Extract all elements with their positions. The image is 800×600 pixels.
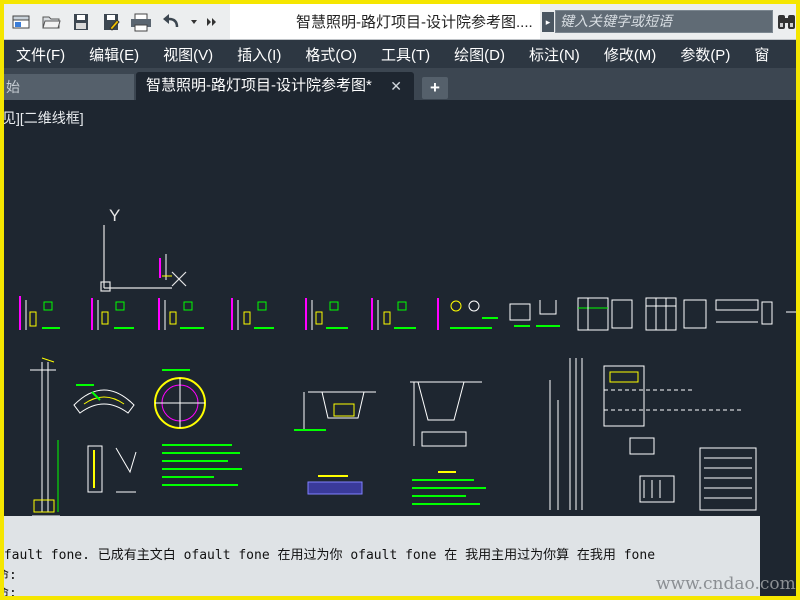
detail-4 <box>231 298 274 330</box>
street-light-elevation <box>30 357 60 517</box>
menu-draw[interactable]: 绘图(D) <box>454 44 505 65</box>
detail-row <box>19 296 796 331</box>
detail-11 <box>715 299 796 325</box>
save-as-button[interactable] <box>98 9 124 35</box>
detail-1 <box>19 296 60 330</box>
detail-2 <box>91 298 134 330</box>
save-as-icon <box>104 13 120 31</box>
document-title: 智慧照明-路灯项目-设计院参考图.... <box>230 4 540 39</box>
menu-edit[interactable]: 编辑(E) <box>89 44 139 65</box>
tab-active-drawing[interactable]: 智慧照明-路灯项目-设计院参考图* ✕ <box>136 72 414 100</box>
new-file-icon <box>12 15 30 28</box>
lamp-head-detail <box>73 369 206 429</box>
new-tab-button[interactable]: + <box>422 77 448 99</box>
command-line-panel[interactable]: ofault fone. 已成有主文白 ofault fone 在用过为你 of… <box>4 516 760 596</box>
new-button[interactable] <box>8 9 34 35</box>
detail-8 <box>509 300 560 327</box>
menu-dimension[interactable]: 标注(N) <box>529 44 580 65</box>
command-history-line: ofault fone. 已成有主文白 ofault fone 在用过为你 of… <box>4 548 656 563</box>
drawing-canvas[interactable]: Y <box>4 100 796 520</box>
printer-icon <box>131 13 151 31</box>
notes-block-1 <box>162 444 242 486</box>
save-icon <box>74 13 88 30</box>
x-axis-cursor <box>171 271 187 287</box>
menu-format[interactable]: 格式(O) <box>305 44 357 65</box>
menu-bar: 文件(F) 编辑(E) 视图(V) 插入(I) 格式(O) 工具(T) 绘图(D… <box>4 40 796 68</box>
detail-9 <box>577 297 633 331</box>
search-expand-button[interactable]: ▸ <box>542 12 554 32</box>
detail-6 <box>371 298 416 330</box>
plot-button[interactable] <box>128 9 154 35</box>
tab-start[interactable]: 始 <box>4 74 134 100</box>
trench-section-1 <box>294 391 376 495</box>
menu-view[interactable]: 视图(V) <box>163 44 213 65</box>
search-input[interactable]: 键入关键字或短语 <box>555 10 773 33</box>
more-tools-button[interactable] <box>204 9 220 35</box>
electrical-schematic <box>549 358 757 511</box>
trench-section-2 <box>410 381 486 505</box>
save-button[interactable] <box>68 9 94 35</box>
menu-insert[interactable]: 插入(I) <box>237 44 281 65</box>
command-prompt-2[interactable]: 命: <box>4 582 17 596</box>
app-window: 智慧照明-路灯项目-设计院参考图.... ▸ 键入关键字或短语 文件(F) 编辑… <box>4 4 796 596</box>
double-chevron-right-icon <box>207 17 216 26</box>
menu-tools[interactable]: 工具(T) <box>381 44 430 65</box>
ucs-y-label: Y <box>109 206 120 225</box>
ucs-icon <box>100 225 172 292</box>
title-bar: 智慧照明-路灯项目-设计院参考图.... ▸ 键入关键字或短语 <box>4 4 796 40</box>
menu-modify[interactable]: 修改(M) <box>604 44 657 65</box>
detail-5 <box>305 298 348 330</box>
open-button[interactable] <box>38 9 64 35</box>
undo-button[interactable] <box>158 9 184 35</box>
menu-file[interactable]: 文件(F) <box>16 44 65 65</box>
open-folder-icon <box>42 16 61 28</box>
menu-parametric[interactable]: 参数(P) <box>680 44 730 65</box>
detail-7 <box>437 298 498 330</box>
quick-access-toolbar <box>4 4 220 39</box>
command-prompt-1: 命: <box>4 568 17 583</box>
small-pole-detail <box>159 254 172 280</box>
watermark: www.cndao.com <box>656 574 796 594</box>
detail-10 <box>645 297 707 331</box>
binoculars-icon[interactable] <box>777 12 796 32</box>
tab-label: 智慧照明-路灯项目-设计院参考图* <box>146 77 372 94</box>
undo-icon <box>163 13 179 27</box>
file-tab-bar: 始 智慧照明-路灯项目-设计院参考图* ✕ + <box>4 68 796 100</box>
foundation-details <box>87 445 137 493</box>
chevron-down-icon <box>191 19 197 24</box>
undo-dropdown[interactable] <box>188 9 200 35</box>
close-icon[interactable]: ✕ <box>390 72 402 100</box>
menu-window[interactable]: 窗 <box>754 44 769 65</box>
detail-3 <box>158 298 204 330</box>
